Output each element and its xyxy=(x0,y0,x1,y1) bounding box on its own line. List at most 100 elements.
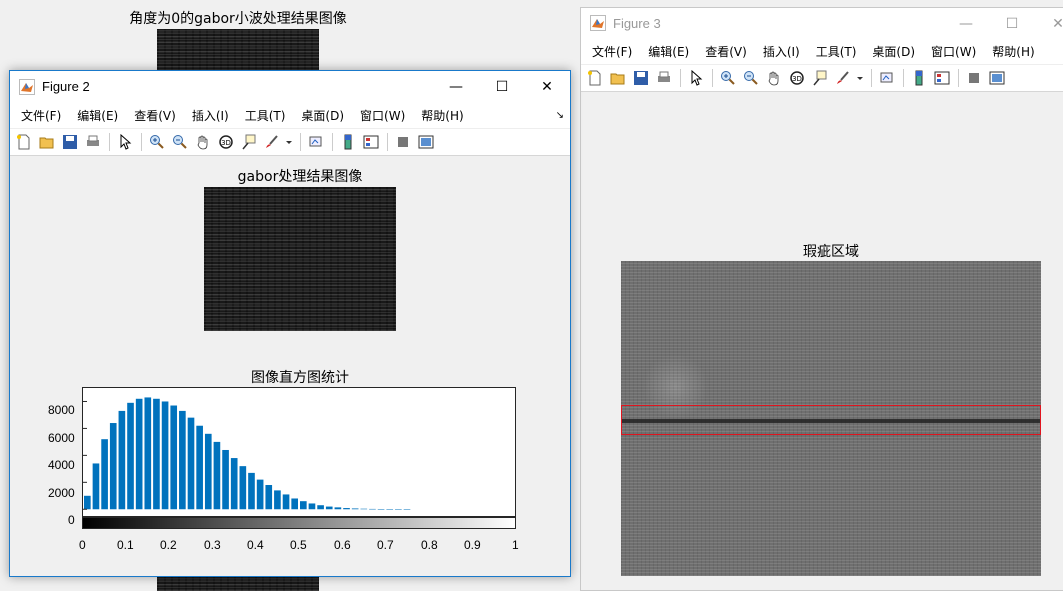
toolbar-separator xyxy=(332,133,333,151)
x-tick-label: 0.6 xyxy=(334,538,351,552)
histogram-bar xyxy=(317,505,324,510)
toolbar-separator xyxy=(141,133,142,151)
maximize-button[interactable]: ☐ xyxy=(989,8,1035,39)
print-icon[interactable] xyxy=(82,132,103,153)
open-file-icon[interactable] xyxy=(607,68,628,89)
histogram-bar xyxy=(109,423,117,510)
brush-icon[interactable] xyxy=(832,68,853,89)
histogram-bar xyxy=(377,509,385,510)
link-plot-icon[interactable] xyxy=(876,68,897,89)
x-tick-label: 0.4 xyxy=(247,538,264,552)
histogram-bar xyxy=(230,458,238,510)
histogram-bar xyxy=(300,501,307,510)
histogram-bar xyxy=(92,463,100,510)
close-button[interactable]: ✕ xyxy=(524,71,570,102)
minimize-button[interactable]: — xyxy=(943,8,989,39)
zoom-out-icon[interactable] xyxy=(169,132,190,153)
link-plot-icon[interactable] xyxy=(305,132,326,153)
menu-insert[interactable]: 插入(I) xyxy=(184,107,237,124)
histogram-bar xyxy=(204,433,212,510)
background-figure-title: 角度为0的gabor小波处理结果图像 xyxy=(129,11,347,27)
open-file-icon[interactable] xyxy=(36,132,57,153)
chevron-down-icon[interactable] xyxy=(284,132,294,153)
menu-window[interactable]: 窗口(W) xyxy=(923,43,984,60)
matlab-icon xyxy=(19,78,35,95)
close-button[interactable]: ✕ xyxy=(1035,8,1063,39)
data-cursor-icon[interactable] xyxy=(809,68,830,89)
x-tick-label: 0.7 xyxy=(377,538,394,552)
pan-hand-icon[interactable] xyxy=(763,68,784,89)
histogram-bar xyxy=(351,508,359,510)
zoom-in-icon[interactable] xyxy=(717,68,738,89)
colorbar-icon[interactable] xyxy=(908,68,929,89)
menu-help[interactable]: 帮助(H) xyxy=(984,43,1042,60)
hide-plot-tools-icon[interactable] xyxy=(963,68,984,89)
legend-icon[interactable] xyxy=(360,132,381,153)
histogram-bar xyxy=(274,490,281,510)
y-tick-label: 2000 xyxy=(48,486,75,500)
figure3-titlebar[interactable]: Figure 3 — ☐ ✕ xyxy=(581,8,1063,38)
menu-file[interactable]: 文件(F) xyxy=(584,43,640,60)
save-icon[interactable] xyxy=(630,68,651,89)
zoom-in-icon[interactable] xyxy=(146,132,167,153)
histogram-bar xyxy=(360,508,368,510)
histogram-bar xyxy=(265,485,273,510)
toolbar-separator xyxy=(109,133,110,151)
pan-hand-icon[interactable] xyxy=(192,132,213,153)
zoom-out-icon[interactable] xyxy=(740,68,761,89)
x-tick-label: 0.3 xyxy=(204,538,221,552)
y-tick-label: 0 xyxy=(68,513,75,527)
pointer-icon[interactable] xyxy=(114,132,135,153)
histogram-bar xyxy=(334,507,342,510)
menu-desktop[interactable]: 桌面(D) xyxy=(293,107,352,124)
toolbar-dock-icon[interactable]: ↘ xyxy=(556,110,564,121)
menu-desktop[interactable]: 桌面(D) xyxy=(864,43,923,60)
x-tick-label: 0.2 xyxy=(160,538,177,552)
menu-edit[interactable]: 编辑(E) xyxy=(640,43,697,60)
pointer-icon[interactable] xyxy=(685,68,706,89)
x-tick-label: 1 xyxy=(512,538,519,552)
y-tick-label: 6000 xyxy=(48,431,75,445)
data-cursor-icon[interactable] xyxy=(238,132,259,153)
histogram-bar xyxy=(343,508,350,510)
menu-view[interactable]: 查看(V) xyxy=(126,107,184,124)
x-tick-label: 0.8 xyxy=(421,538,438,552)
toolbar-separator xyxy=(903,69,904,87)
new-figure-icon[interactable] xyxy=(13,132,34,153)
histogram-bar xyxy=(135,398,143,510)
menu-tools[interactable]: 工具(T) xyxy=(237,107,294,124)
legend-icon[interactable] xyxy=(931,68,952,89)
show-plot-tools-icon[interactable] xyxy=(986,68,1007,89)
histogram-bar xyxy=(291,498,298,510)
figure3-window: Figure 3 — ☐ ✕ 文件(F) 编辑(E) 查看(V) 插入(I) 工… xyxy=(580,7,1063,591)
menu-help[interactable]: 帮助(H) xyxy=(413,107,471,124)
histogram-bar xyxy=(161,401,169,510)
figure2-titlebar[interactable]: Figure 2 — ☐ ✕ xyxy=(10,71,570,102)
new-figure-icon[interactable] xyxy=(584,68,605,89)
menu-insert[interactable]: 插入(I) xyxy=(755,43,808,60)
chevron-down-icon[interactable] xyxy=(855,68,865,89)
maximize-button[interactable]: ☐ xyxy=(479,71,525,102)
hide-plot-tools-icon[interactable] xyxy=(392,132,413,153)
brush-icon[interactable] xyxy=(261,132,282,153)
histogram-bar xyxy=(187,417,195,510)
histogram-bar xyxy=(325,506,333,510)
menu-window[interactable]: 窗口(W) xyxy=(352,107,413,124)
menu-file[interactable]: 文件(F) xyxy=(13,107,69,124)
rotate-3d-icon[interactable]: 3D xyxy=(215,132,236,153)
figure2-toolbar: 3D xyxy=(10,128,570,156)
save-icon[interactable] xyxy=(59,132,80,153)
menu-view[interactable]: 查看(V) xyxy=(697,43,755,60)
menu-tools[interactable]: 工具(T) xyxy=(808,43,865,60)
defect-image-title: 瑕疵区域 xyxy=(803,244,859,260)
show-plot-tools-icon[interactable] xyxy=(415,132,436,153)
print-icon[interactable] xyxy=(653,68,674,89)
colorbar-icon[interactable] xyxy=(337,132,358,153)
figure2-menubar: 文件(F) 编辑(E) 查看(V) 插入(I) 工具(T) 桌面(D) 窗口(W… xyxy=(10,102,570,128)
rotate-3d-icon[interactable]: 3D xyxy=(786,68,807,89)
histogram-bar xyxy=(170,405,178,510)
histogram-bar xyxy=(153,398,160,510)
menu-edit[interactable]: 编辑(E) xyxy=(69,107,126,124)
minimize-button[interactable]: — xyxy=(433,71,479,102)
y-tick-label: 8000 xyxy=(48,403,75,417)
